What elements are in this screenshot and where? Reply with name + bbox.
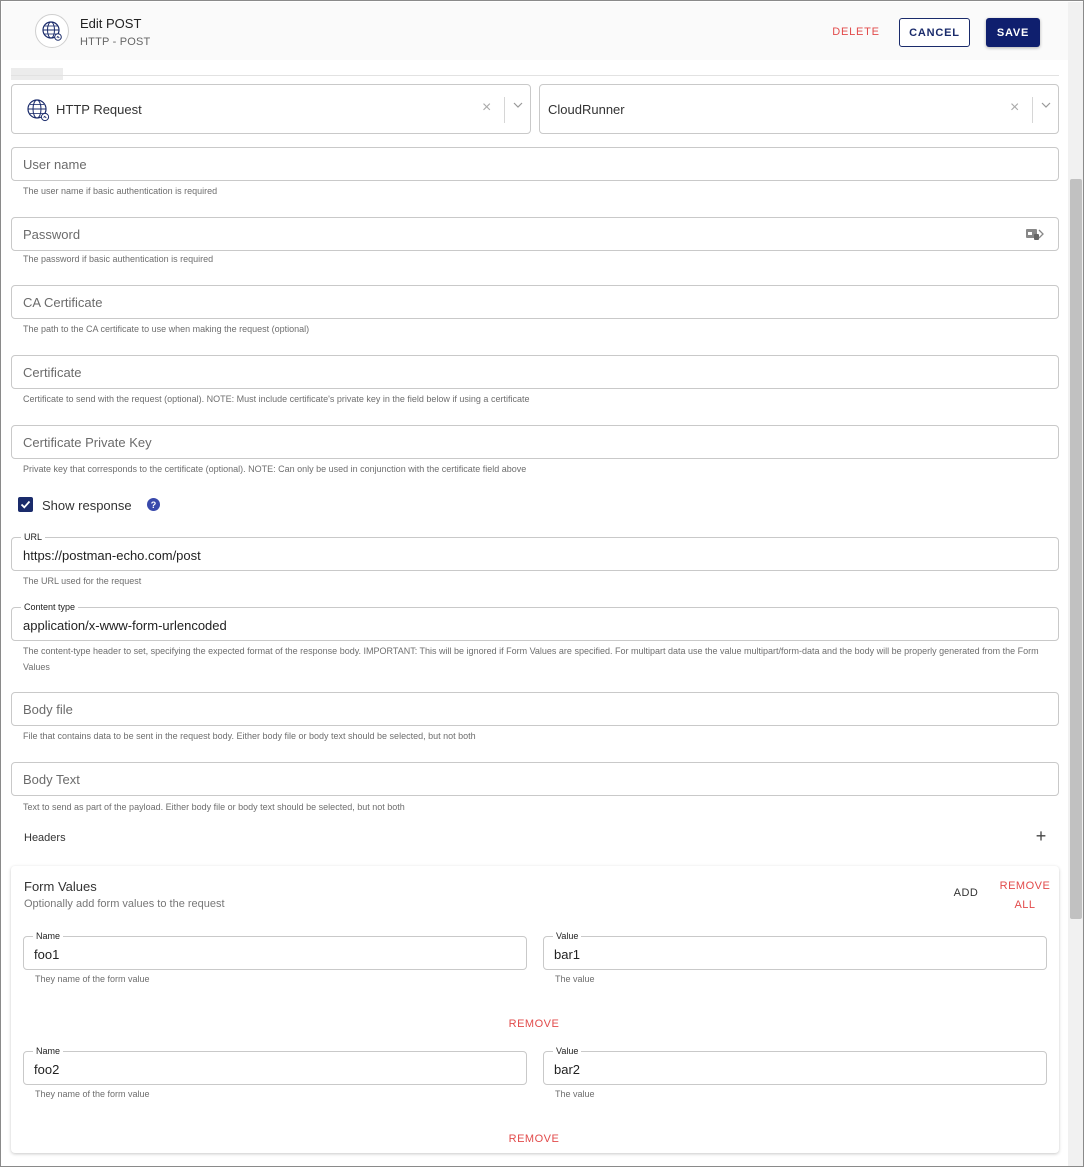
- form-value-name-field[interactable]: Name foo1: [23, 930, 527, 970]
- certificate-placeholder: Certificate: [23, 365, 82, 380]
- password-help: The password if basic authentication is …: [23, 254, 214, 264]
- help-icon[interactable]: ?: [147, 498, 160, 511]
- body-file-field[interactable]: Body file: [11, 692, 1059, 726]
- step-type-value: HTTP Request: [56, 102, 142, 117]
- remove-all-button[interactable]: REMOVE ALL: [997, 877, 1053, 913]
- form-values-title: Form Values: [24, 879, 97, 894]
- content-type-label: Content type: [21, 601, 79, 613]
- form-value-name-label: Name: [33, 930, 64, 942]
- add-header-icon[interactable]: +: [1033, 827, 1049, 845]
- form-value-value-field[interactable]: Value bar1: [543, 930, 1047, 970]
- page-subtitle: HTTP - POST: [80, 36, 151, 48]
- select-separator: [1032, 97, 1033, 123]
- remove-form-value-button[interactable]: REMOVE: [503, 1131, 565, 1147]
- save-button[interactable]: SAVE: [986, 18, 1040, 47]
- certificate-help: Certificate to send with the request (op…: [23, 394, 530, 404]
- username-help: The user name if basic authentication is…: [23, 186, 218, 196]
- url-help: The URL used for the request: [23, 576, 142, 586]
- step-type-select[interactable]: HTTP Request ×: [11, 84, 531, 134]
- ca-certificate-help: The path to the CA certificate to use wh…: [23, 324, 310, 334]
- dialog-frame: Edit POST HTTP - POST DELETE CANCEL SAVE…: [0, 0, 1084, 1167]
- form-value-value-help: The value: [555, 1089, 595, 1099]
- delete-button[interactable]: DELETE: [822, 18, 890, 46]
- certificate-field[interactable]: Certificate: [11, 355, 1059, 389]
- url-value: https://postman-echo.com/post: [23, 548, 201, 563]
- globe-icon: [35, 14, 69, 48]
- content-type-value: application/x-www-form-urlencoded: [23, 618, 227, 633]
- globe-icon: [26, 98, 50, 127]
- page-title: Edit POST: [80, 16, 142, 31]
- scrollbar-thumb[interactable]: [1070, 179, 1082, 919]
- clear-icon[interactable]: ×: [482, 99, 491, 117]
- remove-form-value-button[interactable]: REMOVE: [503, 1016, 565, 1032]
- headers-label: Headers: [24, 832, 66, 844]
- username-field[interactable]: User name: [11, 147, 1059, 181]
- private-key-help: Private key that corresponds to the cert…: [23, 464, 527, 474]
- form-value-name: foo1: [34, 947, 60, 962]
- private-key-field[interactable]: Certificate Private Key: [11, 425, 1059, 459]
- chevron-down-icon[interactable]: [512, 99, 524, 114]
- cancel-button[interactable]: CANCEL: [899, 18, 970, 47]
- show-response-label[interactable]: Show response: [42, 498, 132, 513]
- body-text-field[interactable]: Body Text: [11, 762, 1059, 796]
- chevron-down-icon[interactable]: [1040, 99, 1052, 114]
- url-field[interactable]: URL https://postman-echo.com/post: [11, 531, 1059, 571]
- url-label: URL: [21, 531, 46, 543]
- add-form-value-button[interactable]: ADD: [948, 885, 984, 901]
- form-value-value-help: The value: [555, 974, 595, 984]
- form-value-name: foo2: [34, 1062, 60, 1077]
- form-values-card: Form Values Optionally add form values t…: [11, 866, 1059, 1153]
- form-value-value-label: Value: [553, 1045, 582, 1057]
- section-divider: [11, 75, 1059, 76]
- select-separator: [504, 97, 505, 123]
- body-text-placeholder: Body Text: [23, 772, 80, 787]
- runner-value: CloudRunner: [548, 102, 625, 117]
- show-response-checkbox[interactable]: [18, 497, 33, 512]
- dialog-header: Edit POST HTTP - POST DELETE CANCEL SAVE: [2, 2, 1068, 60]
- clear-icon[interactable]: ×: [1010, 99, 1019, 117]
- tab-stub: [11, 68, 63, 80]
- form-value-value: bar1: [554, 947, 581, 962]
- runner-select[interactable]: CloudRunner ×: [539, 84, 1059, 134]
- password-field[interactable]: Password: [11, 217, 1059, 251]
- body-file-placeholder: Body file: [23, 702, 73, 717]
- form-values-subtitle: Optionally add form values to the reques…: [24, 898, 225, 910]
- content-type-help: The content-type header to set, specifyi…: [23, 646, 1039, 672]
- form-value-name-field[interactable]: Name foo2: [23, 1045, 527, 1085]
- password-placeholder: Password: [23, 227, 81, 242]
- form-value-value-label: Value: [553, 930, 582, 942]
- content-type-field[interactable]: Content type application/x-www-form-urle…: [11, 601, 1059, 641]
- body-file-help: File that contains data to be sent in th…: [23, 731, 476, 741]
- password-manager-icon[interactable]: [1024, 226, 1046, 247]
- ca-certificate-field[interactable]: CA Certificate: [11, 285, 1059, 319]
- form-value-value-field[interactable]: Value bar2: [543, 1045, 1047, 1085]
- ca-certificate-placeholder: CA Certificate: [23, 295, 103, 310]
- form-value-name-help: They name of the form value: [35, 1089, 150, 1099]
- body-text-help: Text to send as part of the payload. Eit…: [23, 802, 405, 812]
- form-value-name-label: Name: [33, 1045, 64, 1057]
- private-key-placeholder: Certificate Private Key: [23, 435, 152, 450]
- form-value-value: bar2: [554, 1062, 581, 1077]
- username-placeholder: User name: [23, 157, 87, 172]
- form-value-name-help: They name of the form value: [35, 974, 150, 984]
